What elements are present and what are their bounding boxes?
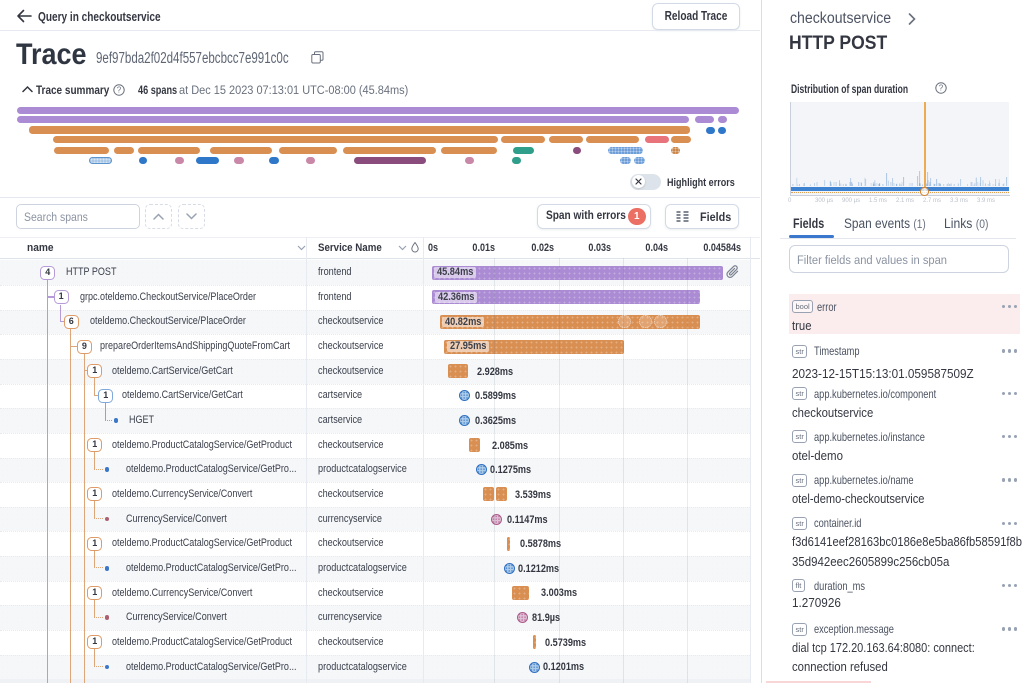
svg-text:?: ? bbox=[939, 84, 944, 93]
svg-text:?: ? bbox=[117, 85, 122, 94]
